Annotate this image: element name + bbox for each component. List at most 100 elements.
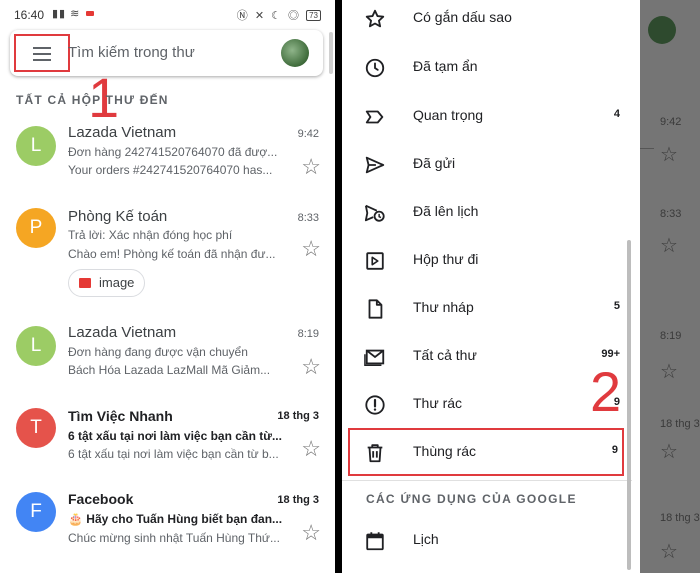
nav-label: Thư nháp — [413, 299, 474, 315]
hamburger-icon — [33, 47, 51, 65]
nav-count: 9 — [611, 444, 618, 456]
attachment-chip[interactable]: image — [68, 269, 146, 297]
mail-snippet: 6 tật xấu tại nơi làm việc bạn cần từ b.… — [68, 447, 279, 461]
search-bar[interactable]: Tìm kiếm trong thư — [10, 30, 323, 76]
send-icon — [365, 156, 385, 174]
mail-snippet: Chào em! Phòng kế toán đã nhận đư... — [68, 247, 276, 261]
nav-label: Lịch — [413, 531, 439, 547]
calendar-icon — [366, 532, 384, 551]
battery-icon: 73 — [306, 10, 321, 21]
nav-item-scheduled[interactable]: Đã lên lịch — [342, 188, 632, 236]
label-important-icon — [365, 110, 384, 124]
avatar: F — [16, 492, 56, 532]
spam-icon — [365, 395, 385, 415]
mail-item[interactable]: L Lazada Vietnam 8:19 Đơn hàng đang được… — [0, 318, 335, 398]
bg-mail-time: 18 thg 3 — [660, 512, 700, 524]
mail-snippet: Bách Hóa Lazada LazMall Mã Giảm... — [68, 363, 271, 377]
mail-time: 9:42 — [297, 128, 319, 140]
nav-item-drafts[interactable]: Thư nháp 5 — [342, 284, 632, 332]
step-2-annotation: 2 — [590, 360, 622, 423]
outbox-icon — [366, 252, 384, 270]
section-title: TẤT CẢ HỘP THƯ ĐẾN — [16, 93, 169, 107]
drawer-screen: 9:42 ☆ 8:33 ☆ 8:19 ☆ 18 thg 3 ☆ 18 thg 3… — [342, 0, 700, 573]
clock-icon — [365, 58, 385, 78]
mail-subject: Đơn hàng đang được vận chuyển — [68, 345, 248, 359]
bg-mail-time: 8:33 — [660, 208, 682, 220]
notification-icon — [86, 11, 94, 16]
nav-label: Thư rác — [413, 395, 463, 411]
mail-subject: 🎂 Hãy cho Tuấn Hùng biết bạn đan... — [68, 512, 283, 526]
nav-item-all-mail[interactable]: Tất cả thư 99+ — [342, 332, 632, 380]
star-icon[interactable]: ☆ — [301, 156, 321, 178]
mail-sender: Facebook — [68, 491, 134, 507]
star-icon[interactable]: ☆ — [301, 356, 321, 378]
bg-mail-time: 8:19 — [660, 330, 682, 342]
scrollbar[interactable] — [329, 32, 333, 74]
nav-item-calendar[interactable]: Lịch — [342, 516, 632, 564]
nav-label: Quan trọng — [413, 107, 484, 123]
search-input[interactable]: Tìm kiếm trong thư — [68, 44, 195, 61]
mail-item[interactable]: P Phòng Kế toán 8:33 Trả lời: Xác nhận đ… — [0, 200, 335, 310]
status-time: 16:40 — [14, 8, 45, 22]
star-icon — [365, 9, 385, 28]
trash-icon — [367, 444, 383, 463]
attachment-label: image — [99, 275, 135, 290]
mail-subject: Trả lời: Xác nhận đóng học phí — [68, 228, 233, 242]
avatar: L — [16, 326, 56, 366]
nav-item-important[interactable]: Quan trọng 4 — [342, 92, 632, 140]
star-icon[interactable]: ☆ — [301, 238, 321, 260]
menu-button[interactable] — [14, 34, 70, 72]
drawer-scrim[interactable]: 9:42 ☆ 8:33 ☆ 8:19 ☆ 18 thg 3 ☆ 18 thg 3… — [640, 0, 700, 573]
mail-item[interactable]: L Lazada Vietnam 9:42 Đơn hàng 242741520… — [0, 118, 335, 198]
nav-count: 5 — [613, 300, 620, 312]
google-apps-section-title: CÁC ỨNG DỤNG CỦA GOOGLE — [366, 492, 577, 506]
avatar — [648, 16, 676, 44]
avatar: L — [16, 126, 56, 166]
nav-item-starred[interactable]: Có gắn dấu sao — [342, 0, 632, 42]
nav-label: Đã gửi — [413, 155, 456, 171]
nav-count: 4 — [613, 108, 620, 120]
bg-mail-time: 18 thg 3 — [660, 418, 700, 430]
mail-snippet: Chúc mừng sinh nhật Tuấn Hùng Thứ... — [68, 531, 280, 545]
mail-item[interactable]: F Facebook 18 thg 3 🎂 Hãy cho Tuấn Hùng … — [0, 484, 335, 564]
account-avatar[interactable] — [281, 39, 309, 67]
star-icon[interactable]: ☆ — [301, 522, 321, 544]
nav-item-outbox[interactable]: Hộp thư đi — [342, 236, 632, 284]
mail-snippet: Your orders #242741520764070 has... — [68, 163, 273, 177]
nav-label: Thùng rác — [413, 443, 477, 459]
mail-time: 8:33 — [297, 212, 319, 224]
image-icon — [79, 278, 91, 288]
nav-count: 99+ — [601, 348, 620, 360]
avatar: P — [16, 208, 56, 248]
mail-sender: Lazada Vietnam — [68, 124, 177, 141]
nav-item-snoozed[interactable]: Đã tạm ẩn — [342, 43, 632, 91]
nav-label: Hộp thư đi — [413, 251, 479, 267]
mail-time: 18 thg 3 — [277, 410, 319, 422]
status-bar: 16:40 ▮▮ ≋ Ⓝ ✕ ☾ ◎ 73 — [0, 0, 335, 28]
avatar: T — [16, 408, 56, 448]
navigation-drawer: Có gắn dấu sao Đã tạm ẩn Quan trọng 4 Đã… — [342, 0, 640, 573]
bg-mail-time: 9:42 — [660, 116, 682, 128]
nav-item-spam[interactable]: Thư rác 9 — [342, 380, 632, 428]
nav-item-sent[interactable]: Đã gửi — [342, 140, 632, 188]
nav-label: Tất cả thư — [413, 347, 477, 363]
panel-divider — [335, 0, 342, 573]
divider — [342, 480, 632, 481]
star-icon: ☆ — [660, 235, 678, 257]
mail-time: 8:19 — [297, 328, 319, 340]
mail-time: 18 thg 3 — [277, 494, 319, 506]
star-icon: ☆ — [660, 541, 678, 563]
mail-subject: Đơn hàng 242741520764070 đã đượ... — [68, 145, 278, 159]
scrollbar[interactable] — [627, 240, 631, 570]
star-icon: ☆ — [660, 441, 678, 463]
scheduled-send-icon — [364, 204, 385, 222]
mail-sender: Lazada Vietnam — [68, 324, 177, 341]
mail-item[interactable]: T Tìm Việc Nhanh 18 thg 3 6 tật xấu tại … — [0, 400, 335, 480]
nav-item-trash[interactable]: Thùng rác 9 — [348, 428, 624, 476]
star-icon: ☆ — [660, 361, 678, 383]
all-mail-icon — [364, 349, 385, 366]
star-icon[interactable]: ☆ — [301, 438, 321, 460]
nav-label: Đã tạm ẩn — [413, 58, 478, 74]
bg-divider — [640, 148, 654, 149]
star-icon: ☆ — [660, 144, 678, 166]
